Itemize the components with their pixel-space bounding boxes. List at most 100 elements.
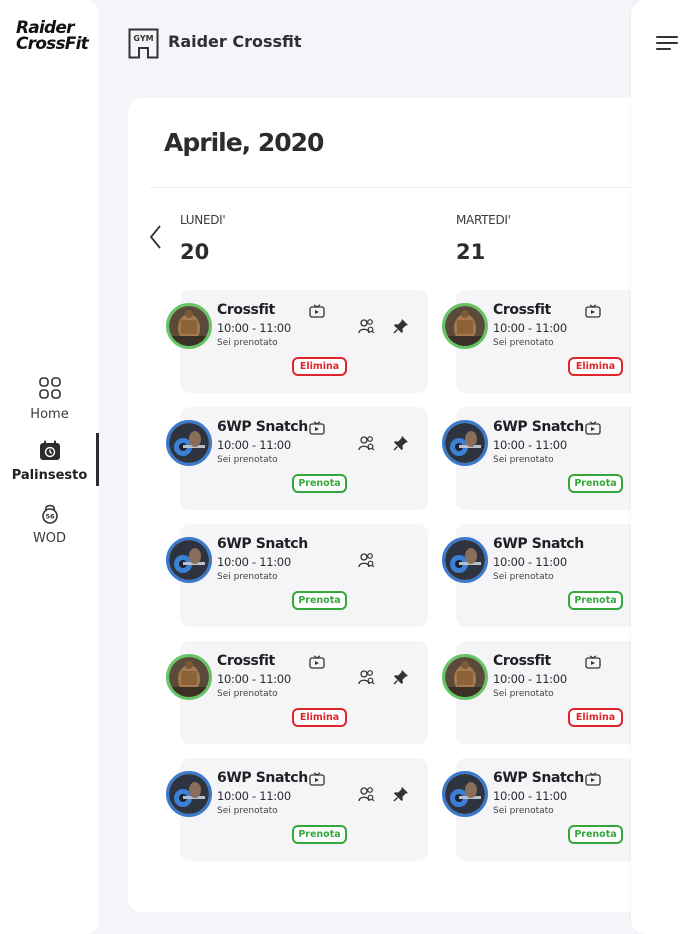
schedule-card: Aprile, 2020 LUNEDI' 20 Crossfit 10:00 - 11… [128,98,648,912]
class-status: Sei prenotato [493,806,554,816]
class-title: 6WP Snatch [217,770,308,786]
class-time: 10:00 - 11:00 [217,438,291,452]
gym-logo-icon: GYM [128,28,159,59]
class-time: 10:00 - 11:00 [217,321,291,335]
class-avatar [442,303,488,349]
class-title: Crossfit [217,302,275,318]
nav-label-wod: WOD [32,531,67,546]
gym-badge-text: GYM [133,34,153,43]
class-card[interactable]: 6WP Snatch 10:00 - 11:00 Sei prenotato Pren… [442,524,648,627]
elimina-button[interactable]: Elimina [292,708,347,727]
nav-label-home: Home [30,407,69,422]
nav-item-home[interactable]: Home [0,376,99,422]
day-name: MARTEDI' [456,213,511,227]
class-time: 10:00 - 11:00 [493,438,567,452]
class-status: Sei prenotato [217,689,278,699]
tv-icon [585,421,601,435]
class-card[interactable]: 6WP Snatch 10:00 - 11:00 Sei prenotato Pren… [166,407,428,510]
class-avatar [442,771,488,817]
class-title: Crossfit [493,302,551,318]
tv-icon [309,655,325,669]
class-title: 6WP Snatch [493,536,584,552]
chevron-left-icon[interactable] [148,224,164,250]
class-avatar [442,537,488,583]
class-card[interactable]: Crossfit 10:00 - 11:00 Sei prenotato Elimin… [442,641,648,744]
class-avatar [166,420,212,466]
elimina-button[interactable]: Elimina [292,357,347,376]
participants-icon[interactable] [358,786,375,802]
elimina-button[interactable]: Elimina [568,708,623,727]
class-status: Sei prenotato [493,689,554,699]
pin-icon[interactable] [393,669,409,685]
class-time: 10:00 - 11:00 [217,789,291,803]
prenota-button[interactable]: Prenota [568,825,623,844]
class-title: 6WP Snatch [217,419,308,435]
nav-active-indicator [96,433,99,486]
elimina-button[interactable]: Elimina [568,357,623,376]
tv-icon [585,304,601,318]
class-avatar [166,654,212,700]
pin-icon[interactable] [393,318,409,334]
class-title: Crossfit [217,653,275,669]
participants-icon[interactable] [358,552,375,568]
pin-icon[interactable] [393,435,409,451]
tv-icon [585,772,601,786]
tv-icon [309,772,325,786]
prenota-button[interactable]: Prenota [568,474,623,493]
class-time: 10:00 - 11:00 [217,555,291,569]
class-avatar [166,537,212,583]
class-time: 10:00 - 11:00 [217,672,291,686]
class-time: 10:00 - 11:00 [493,672,567,686]
class-title: 6WP Snatch [493,419,584,435]
tv-icon [585,655,601,669]
participants-icon[interactable] [358,669,375,685]
tv-icon [309,304,325,318]
class-time: 10:00 - 11:00 [493,555,567,569]
class-status: Sei prenotato [493,338,554,348]
class-status: Sei prenotato [493,455,554,465]
class-avatar [166,771,212,817]
month-title: Aprile, 2020 [164,128,324,157]
class-card[interactable]: 6WP Snatch 10:00 - 11:00 Sei prenotato Pren… [442,407,648,510]
prenota-button[interactable]: Prenota [292,591,347,610]
nav-item-wod[interactable]: 56 WOD [0,502,99,546]
prenota-button[interactable]: Prenota [292,474,347,493]
nav-label-palinsesto: Palinsesto [11,468,88,483]
class-card[interactable]: 6WP Snatch 10:00 - 11:00 Sei prenotato Pren… [166,758,428,861]
class-time: 10:00 - 11:00 [493,789,567,803]
right-panel [631,0,700,934]
hamburger-menu-icon[interactable] [656,36,678,52]
tv-icon [309,421,325,435]
day-name: LUNEDI' [180,213,226,227]
raider-crossfit-logo[interactable]: Raider CrossFit [16,20,89,54]
class-avatar [166,303,212,349]
class-avatar [442,654,488,700]
prenota-button[interactable]: Prenota [568,591,623,610]
class-card[interactable]: 6WP Snatch 10:00 - 11:00 Sei prenotato Pren… [166,524,428,627]
app-title: Raider Crossfit [168,32,302,51]
class-status: Sei prenotato [493,572,554,582]
class-title: 6WP Snatch [217,536,308,552]
class-avatar [442,420,488,466]
logo-line-2: CrossFit [16,34,89,54]
kettlebell-icon: 56 [41,504,58,524]
header-divider [150,187,648,188]
day-number: 20 [180,240,210,264]
grid-icon [38,377,61,399]
calendar-clock-icon [39,440,60,460]
class-card[interactable]: Crossfit 10:00 - 11:00 Sei prenotato Elimin… [442,290,648,393]
participants-icon[interactable] [358,318,375,334]
prenota-button[interactable]: Prenota [292,825,347,844]
class-card[interactable]: 6WP Snatch 10:00 - 11:00 Sei prenotato Pren… [442,758,648,861]
class-card[interactable]: Crossfit 10:00 - 11:00 Sei prenotato Elimin… [166,290,428,393]
class-time: 10:00 - 11:00 [493,321,567,335]
participants-icon[interactable] [358,435,375,451]
class-status: Sei prenotato [217,455,278,465]
day-number: 21 [456,240,486,264]
nav-item-palinsesto[interactable]: Palinsesto [0,440,99,483]
pin-icon[interactable] [393,786,409,802]
class-status: Sei prenotato [217,338,278,348]
sidebar: Raider CrossFit Home Palinsesto 56 WOD [0,0,99,934]
class-status: Sei prenotato [217,572,278,582]
class-card[interactable]: Crossfit 10:00 - 11:00 Sei prenotato Elimin… [166,641,428,744]
